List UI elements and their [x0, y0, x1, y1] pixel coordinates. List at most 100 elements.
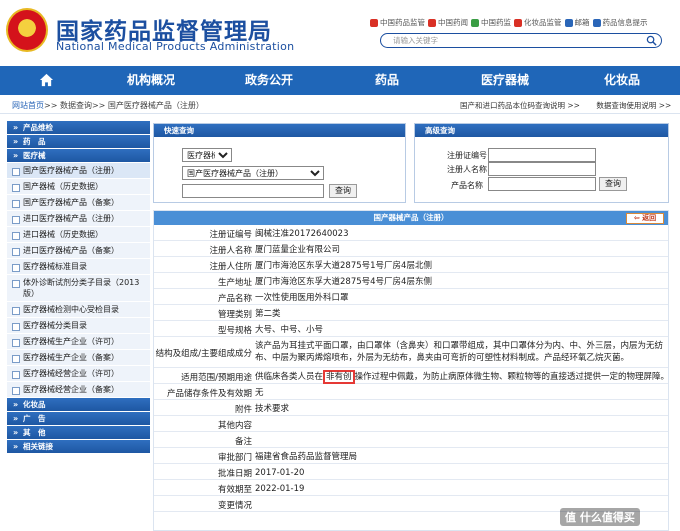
site-search [380, 33, 662, 48]
detail-field-label: 变更情况 [217, 501, 252, 511]
detail-rows: 注册证编号 闽械注准20172640023 注册人名称 厦门蓝量企业有限公司 注册人住所… [154, 225, 669, 512]
nav-government-affairs[interactable]: 政务公开 [210, 66, 328, 95]
detail-row: 附件 技术要求 [154, 400, 668, 416]
registrant-input[interactable] [488, 162, 596, 176]
product-name-input[interactable] [488, 177, 596, 191]
sidebar-item[interactable]: 医疗器械检测中心受检目录 [7, 302, 150, 318]
detail-field-label: 适用范围/预期用途 [181, 373, 252, 383]
sidebar-section-header[interactable]: 相关链接 [7, 440, 150, 454]
search-icon[interactable] [646, 35, 657, 46]
category-select[interactable]: 医疗器械 [182, 148, 232, 162]
product-detail-table: 国产器械产品（注册） ⇦ 返回 注册证编号 闽械注准20172640023 注册人名… [153, 210, 669, 531]
top-links: 中国药品监管 中国药闻 中国药监 化妆品监管 邮箱 药品信息提示 [370, 17, 676, 28]
sidebar-section-header[interactable]: 药 品 [7, 135, 150, 149]
detail-field-label: 注册人住所 [209, 262, 252, 272]
detail-field-label: 结构及组成/主要组成成分 [155, 349, 252, 359]
detail-row: 型号规格 大号、中号、小号 [154, 321, 668, 337]
detail-field-label: 有效期至 [217, 485, 252, 495]
watermark: 值 什么值得买 [560, 508, 640, 526]
sidebar-item[interactable]: 进口器械（历史数据） [7, 227, 150, 243]
top-link-2[interactable]: 中国药闻 [428, 17, 468, 28]
sidebar-section-header[interactable]: 医疗械 [7, 149, 150, 163]
detail-field-label: 批准日期 [217, 469, 252, 479]
detail-row: 适用范围/预期用途 供临床各类人员在 非有创 操作过程中佩戴，为防止病原体微生物、颗粒… [154, 368, 669, 384]
nav-cosmetics[interactable]: 化妆品 [564, 66, 680, 95]
site-search-input[interactable] [393, 35, 633, 46]
detail-field-value: 2022-01-19 [255, 484, 305, 494]
sidebar-item[interactable]: 医疗器械标准目录 [7, 259, 150, 275]
detail-row: 产品储存条件及有效期无 [154, 384, 668, 400]
weibo-icon [370, 18, 378, 27]
sidebar-item[interactable]: 国产器械（历史数据） [7, 179, 150, 195]
sidebar-item[interactable]: 体外诊断试剂分类子目录（2013版） [7, 275, 150, 302]
sidebar-item[interactable]: 医疗器械生产企业（备案） [7, 350, 150, 366]
cosmetics-icon [514, 18, 522, 27]
advanced-search-title: 高级查询 [415, 124, 668, 137]
quick-search-title: 快速查询 [154, 124, 405, 137]
top-link-1[interactable]: 中国药品监管 [370, 17, 425, 28]
back-button[interactable]: ⇦ 返回 [626, 213, 664, 224]
top-link-3[interactable]: 中国药监 [471, 17, 511, 28]
reg-no-input[interactable] [488, 148, 596, 162]
sidebar-item[interactable]: 进口医疗器械产品（备案） [7, 243, 150, 259]
top-link-5[interactable]: 邮箱 [564, 17, 590, 28]
nav-drugs[interactable]: 药品 [328, 66, 446, 95]
product-name-label: 产品名称 [451, 181, 483, 190]
detail-field-value: 厦门市海沧区东孚大道2875号4号厂房4层东侧 [255, 277, 432, 287]
drug-code-help-link[interactable]: 国产和进口药品本位码查询说明 [460, 101, 565, 110]
detail-field-label: 其他内容 [217, 421, 252, 431]
nav-organization[interactable]: 机构概况 [92, 66, 210, 95]
sidebar-item[interactable]: 国产医疗器械产品（备案） [7, 195, 150, 211]
detail-field-label: 备注 [234, 437, 252, 447]
sidebar-item[interactable]: 医疗器械生产企业（许可） [7, 334, 150, 350]
subcategory-select[interactable]: 国产医疗器械产品（注册） [182, 166, 324, 180]
detail-row: 生产地址 厦门市海沧区东孚大道2875号4号厂房4层东侧 [154, 273, 668, 289]
sidebar-item[interactable]: 医疗器械分类目录 [7, 318, 150, 334]
breadcrumb-rest: >> 数据查询>> 国产医疗器械产品（注册） [44, 101, 204, 110]
wechat-icon [471, 18, 479, 27]
advanced-search-panel: 高级查询 注册证编号 注册人名称 产品名称 查询 [414, 123, 669, 203]
keyword-input[interactable] [182, 184, 324, 198]
detail-field-label: 附件 [234, 405, 252, 415]
detail-field-label: 注册证编号 [209, 230, 252, 240]
sidebar-item[interactable]: 进口医疗器械产品（注册） [7, 211, 150, 227]
registrant-label: 注册人名称 [447, 165, 487, 174]
detail-row: 注册人名称 厦门蓝量企业有限公司 [154, 241, 668, 257]
detail-field-label: 审批部门 [217, 453, 252, 463]
breadcrumb-home[interactable]: 网站首页 [12, 101, 44, 110]
detail-field-label: 生产地址 [217, 278, 252, 288]
detail-title: 国产器械产品（注册） [373, 213, 449, 222]
detail-row: 有效期至 2022-01-19 [154, 480, 668, 496]
national-emblem-icon [6, 8, 48, 52]
detail-field-label: 注册人名称 [209, 246, 252, 256]
sidebar-item[interactable]: 医疗器械经营企业（备案） [7, 382, 150, 398]
nav-medical-devices[interactable]: 医疗器械 [446, 66, 564, 95]
detail-field-value: 供临床各类人员在 非有创 操作过程中佩戴，为防止病原体微生物、颗粒物等的直接透过提供… [255, 370, 669, 384]
advanced-search-button[interactable]: 查询 [599, 177, 627, 191]
top-link-6[interactable]: 药品信息提示 [592, 17, 648, 28]
query-help-link[interactable]: 数据查询使用说明 [596, 101, 656, 110]
detail-field-value: 闽械注准20172640023 [255, 229, 349, 239]
detail-field-value: 一次性使用医用外科口罩 [255, 293, 349, 303]
breadcrumb: 网站首页>> 数据查询>> 国产医疗器械产品（注册） 国产和进口药品本位码查询说… [0, 96, 680, 114]
site-title-en: National Medical Products Administration [56, 40, 295, 53]
nav-home[interactable] [0, 66, 92, 95]
quick-search-button[interactable]: 查询 [329, 184, 357, 198]
detail-field-value: 该产品为耳挂式平面口罩，由口罩体（含鼻夹）和口罩带组成，其中口罩体分为内、中、外… [255, 341, 664, 363]
sidebar-item[interactable]: 国产医疗器械产品（注册） [7, 163, 150, 179]
detail-field-value: 第二类 [255, 309, 281, 319]
detail-field-value: 厦门市海沧区东孚大道2875号1号厂房4层北侧 [255, 261, 432, 271]
detail-field-label: 产品储存条件及有效期 [166, 389, 252, 399]
sidebar-section-header[interactable]: 产品维检 [7, 121, 150, 135]
usage-text-prefix: 供临床各类人员在 [255, 372, 324, 382]
detail-row: 注册人住所 厦门市海沧区东孚大道2875号1号厂房4层北侧 [154, 257, 668, 273]
sidebar-section-header[interactable]: 广 告 [7, 412, 150, 426]
detail-field-value: 技术要求 [255, 404, 290, 414]
sidebar-section-header[interactable]: 其 他 [7, 426, 150, 440]
top-link-4[interactable]: 化妆品监管 [514, 17, 562, 28]
sidebar-section-header[interactable]: 化妆品 [7, 398, 150, 412]
reg-no-label: 注册证编号 [447, 151, 487, 160]
site-header: 国家药品监督管理局 National Medical Products Admi… [0, 0, 680, 62]
quick-search-panel: 快速查询 医疗器械 国产医疗器械产品（注册） 查询 [153, 123, 406, 203]
sidebar-item[interactable]: 医疗器械经营企业（许可） [7, 366, 150, 382]
